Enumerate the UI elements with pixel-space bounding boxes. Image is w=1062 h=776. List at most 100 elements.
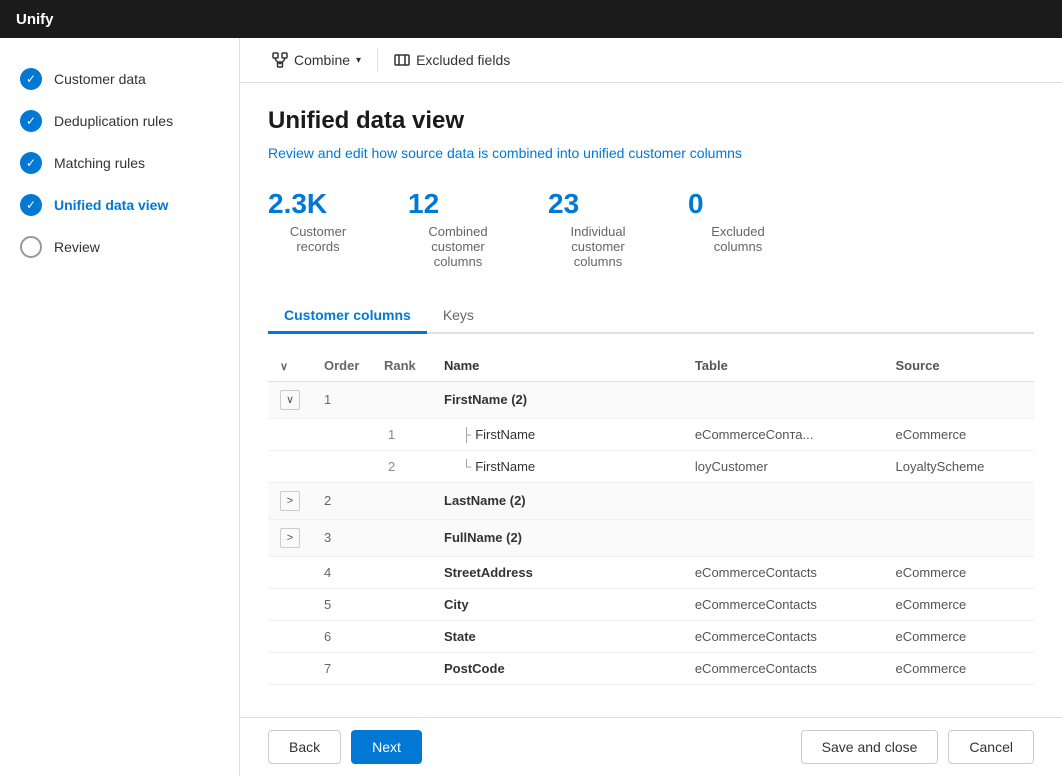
row-order: 5 — [312, 588, 372, 620]
child-source: eCommerce — [883, 418, 1034, 450]
row-expand — [268, 588, 312, 620]
child-table: eCommerceConта... — [683, 418, 884, 450]
stat-excluded-columns: 0 Excluded columns — [688, 189, 788, 269]
child-rank: 2 — [372, 450, 432, 482]
row-source: eCommerce — [883, 588, 1034, 620]
app-title-bar: Unify — [0, 0, 1062, 38]
table-row: ∨ 1 FirstName (2) — [268, 381, 1034, 418]
stat-number-individual-columns: 23 — [548, 189, 579, 220]
combine-button[interactable]: Combine ▾ — [260, 46, 373, 74]
sidebar-item-customer-data[interactable]: ✓ Customer data — [0, 58, 239, 100]
sidebar-icon-review — [20, 236, 42, 258]
row-name: PostCode — [432, 652, 683, 684]
row-rank — [372, 482, 432, 519]
expand-button[interactable]: > — [280, 528, 300, 548]
sidebar-icon-deduplication-rules: ✓ — [20, 110, 42, 132]
row-table: eCommerceContacts — [683, 620, 884, 652]
th-source: Source — [883, 350, 1034, 382]
child-order — [312, 450, 372, 482]
stat-label-combined-columns: Combined customer columns — [408, 224, 508, 269]
row-order: 7 — [312, 652, 372, 684]
row-order: 3 — [312, 519, 372, 556]
tabs-row: Customer columns Keys — [268, 299, 1034, 334]
child-name: └FirstName — [432, 450, 683, 482]
row-table: eCommerceContacts — [683, 556, 884, 588]
table-header-row: ∨ Order Rank Name — [268, 350, 1034, 382]
excluded-fields-label: Excluded fields — [416, 52, 510, 68]
stats-row: 2.3K Customer records 12 Combined custom… — [268, 189, 1034, 269]
footer-right: Save and close Cancel — [801, 730, 1034, 764]
sidebar-label-deduplication-rules: Deduplication rules — [54, 113, 173, 129]
row-table — [683, 519, 884, 556]
table-row: 7 PostCode eCommerceContacts eCommerce — [268, 652, 1034, 684]
child-table: loyCustomer — [683, 450, 884, 482]
sidebar-icon-customer-data: ✓ — [20, 68, 42, 90]
th-rank: Rank — [372, 350, 432, 382]
stat-customer-records: 2.3K Customer records — [268, 189, 368, 269]
page-content: Unified data view Review and edit how so… — [240, 83, 1062, 717]
row-table — [683, 482, 884, 519]
table-row: > 3 FullName (2) — [268, 519, 1034, 556]
row-rank — [372, 652, 432, 684]
row-expand — [268, 556, 312, 588]
row-name: City — [432, 588, 683, 620]
cancel-button[interactable]: Cancel — [948, 730, 1034, 764]
footer: Back Next Save and close Cancel — [240, 717, 1062, 776]
child-expand — [268, 418, 312, 450]
sidebar: ✓ Customer data ✓ Deduplication rules ✓ … — [0, 38, 240, 776]
sidebar-item-unified-data-view[interactable]: ✓ Unified data view — [0, 184, 239, 226]
excluded-fields-button[interactable]: Excluded fields — [382, 46, 522, 74]
stat-combined-columns: 12 Combined customer columns — [408, 189, 508, 269]
tab-keys[interactable]: Keys — [427, 299, 490, 334]
table-row: > 2 LastName (2) — [268, 482, 1034, 519]
sidebar-item-deduplication-rules[interactable]: ✓ Deduplication rules — [0, 100, 239, 142]
row-name: StreetAddress — [432, 556, 683, 588]
child-rank: 1 — [372, 418, 432, 450]
table-row: 5 City eCommerceContacts eCommerce — [268, 588, 1034, 620]
sidebar-label-review: Review — [54, 239, 100, 255]
row-source — [883, 519, 1034, 556]
row-source — [883, 482, 1034, 519]
save-close-button[interactable]: Save and close — [801, 730, 939, 764]
th-table: Table — [683, 350, 884, 382]
expand-button[interactable]: > — [280, 491, 300, 511]
table-row-child: 1 ├FirstName eCommerceConта... eCommerce — [268, 418, 1034, 450]
row-rank — [372, 381, 432, 418]
row-rank — [372, 556, 432, 588]
row-order: 6 — [312, 620, 372, 652]
row-order: 2 — [312, 482, 372, 519]
data-table: ∨ Order Rank Name — [268, 350, 1034, 685]
sidebar-label-customer-data: Customer data — [54, 71, 146, 87]
table-row: 4 StreetAddress eCommerceContacts eComme… — [268, 556, 1034, 588]
child-source: LoyaltyScheme — [883, 450, 1034, 482]
tab-customer-columns[interactable]: Customer columns — [268, 299, 427, 334]
sidebar-item-matching-rules[interactable]: ✓ Matching rules — [0, 142, 239, 184]
row-name: FirstName (2) — [432, 381, 683, 418]
row-rank — [372, 620, 432, 652]
row-source — [883, 381, 1034, 418]
row-order: 1 — [312, 381, 372, 418]
th-order: Order — [312, 350, 372, 382]
combine-icon — [272, 52, 288, 68]
row-table: eCommerceContacts — [683, 588, 884, 620]
row-name: State — [432, 620, 683, 652]
content-area: Combine ▾ Excluded fields Unified data v… — [240, 38, 1062, 776]
row-expand — [268, 652, 312, 684]
child-expand — [268, 450, 312, 482]
toolbar-divider — [377, 48, 378, 72]
app-title: Unify — [16, 11, 54, 28]
sidebar-item-review[interactable]: Review — [0, 226, 239, 268]
th-name: Name — [432, 350, 683, 382]
back-button[interactable]: Back — [268, 730, 341, 764]
toolbar: Combine ▾ Excluded fields — [240, 38, 1062, 83]
combine-label: Combine — [294, 52, 350, 68]
next-button[interactable]: Next — [351, 730, 422, 764]
sidebar-label-unified-data-view: Unified data view — [54, 197, 168, 213]
expand-button[interactable]: ∨ — [280, 390, 300, 410]
table-row: 6 State eCommerceContacts eCommerce — [268, 620, 1034, 652]
row-expand — [268, 620, 312, 652]
table-row-child: 2 └FirstName loyCustomer LoyaltyScheme — [268, 450, 1034, 482]
row-order: 4 — [312, 556, 372, 588]
stat-number-combined-columns: 12 — [408, 189, 439, 220]
sidebar-icon-unified-data-view: ✓ — [20, 194, 42, 216]
